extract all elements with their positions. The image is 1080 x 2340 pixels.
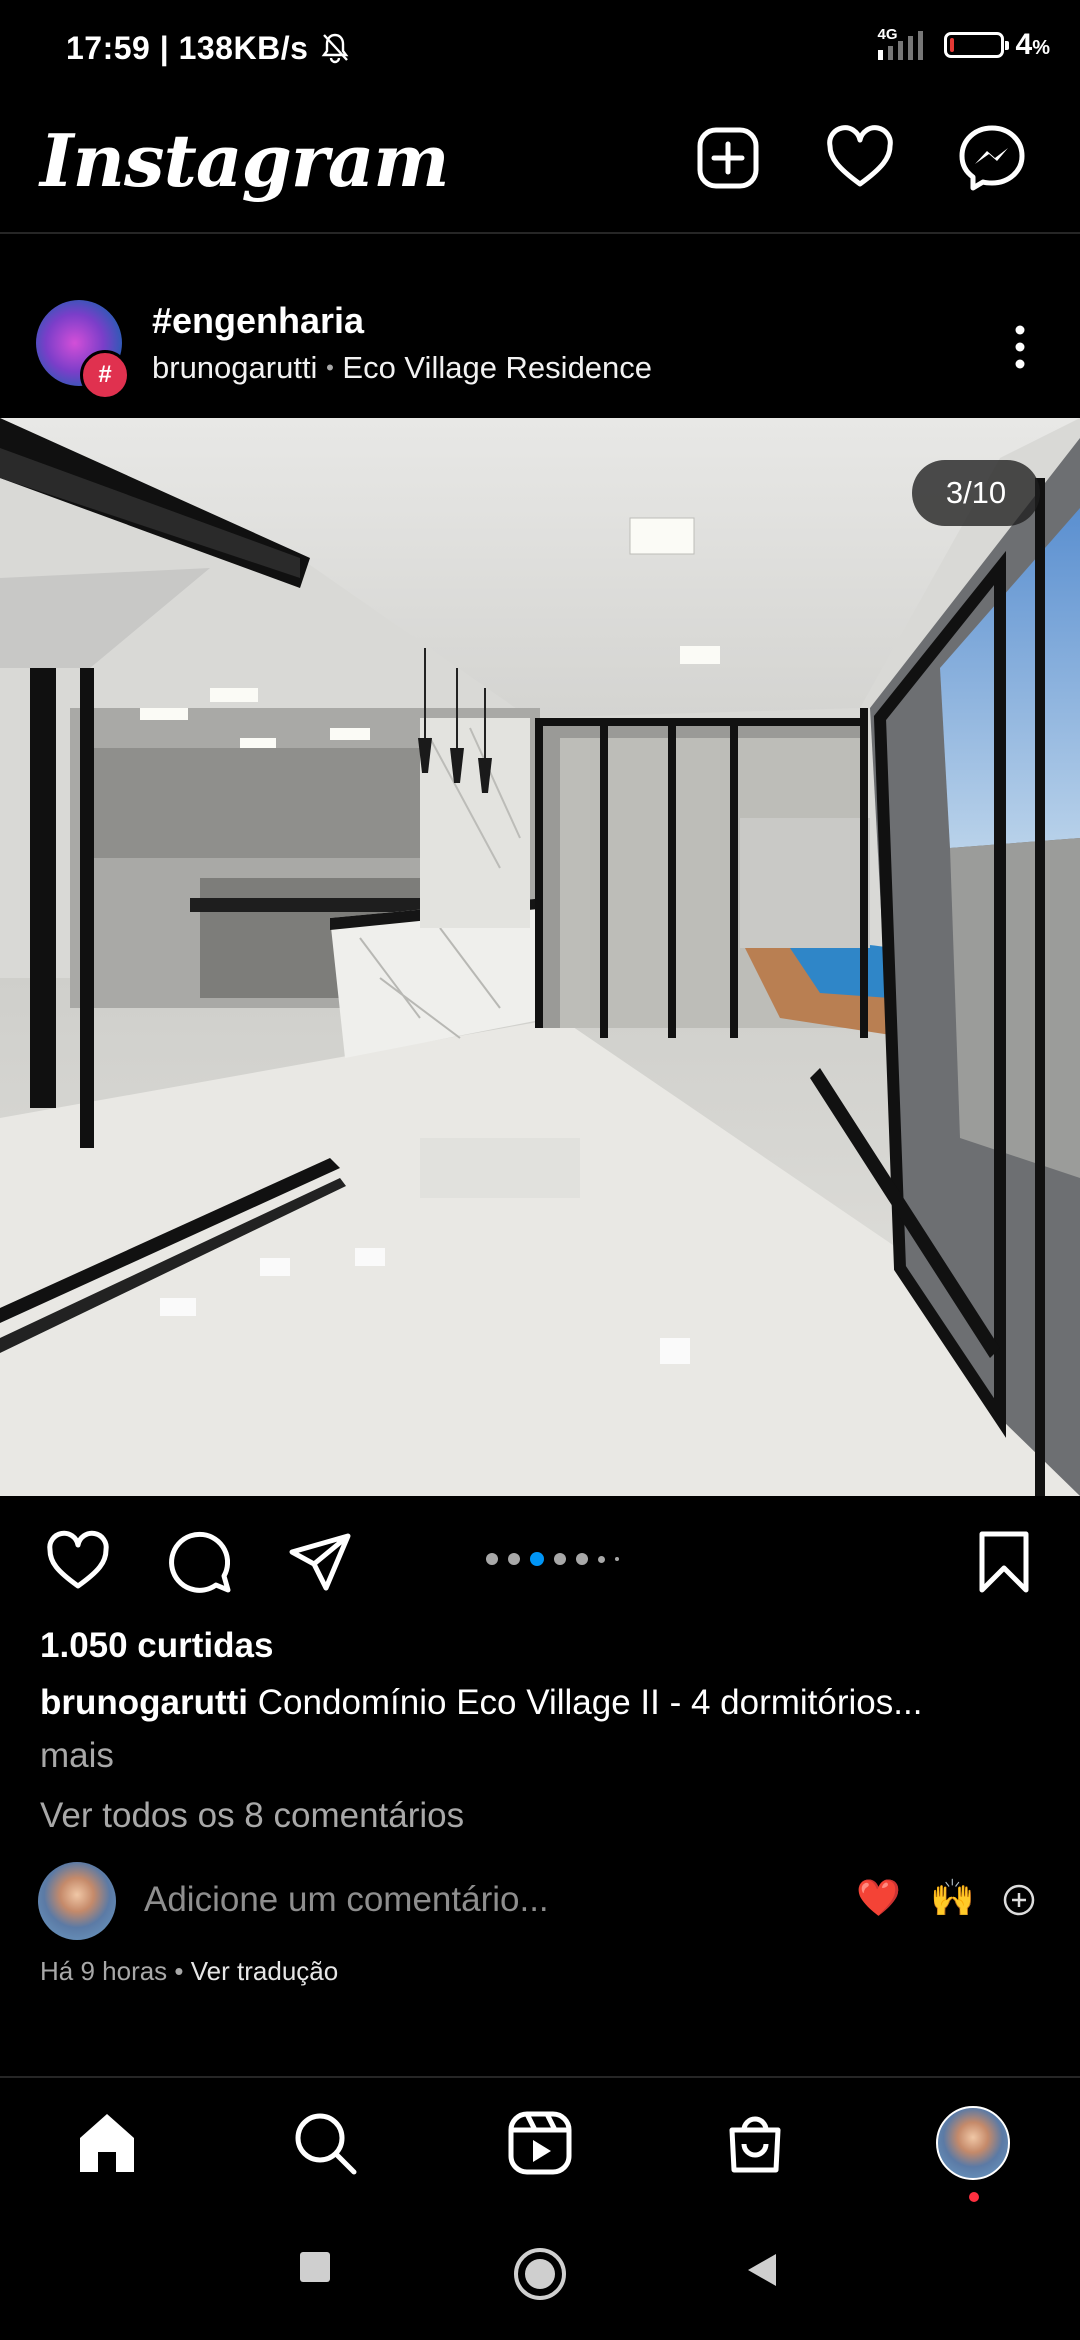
carousel-dot <box>615 1557 619 1561</box>
carousel-dot <box>554 1553 566 1565</box>
shop-bag-icon[interactable] <box>720 2108 790 2178</box>
add-reaction-icon[interactable] <box>1002 1883 1036 1917</box>
carousel-dot <box>486 1553 498 1565</box>
status-bar: 17:59 | 138KB/s 4G 4% <box>0 0 1080 100</box>
plus-square-icon[interactable] <box>692 122 764 194</box>
add-comment-input[interactable]: Adicione um comentário... <box>144 1880 549 1920</box>
more-options-icon[interactable] <box>1004 322 1036 372</box>
translate-link[interactable]: Ver tradução <box>191 1956 338 1986</box>
network-speed: | 138KB/s <box>159 30 309 66</box>
carousel-dot <box>598 1555 605 1563</box>
profile-avatar[interactable] <box>936 2106 1010 2180</box>
profile-notification-dot <box>969 2192 979 2202</box>
caption-more-link[interactable]: mais <box>40 1736 114 1776</box>
signal-icon: 4G <box>876 26 932 62</box>
share-send-icon[interactable] <box>286 1528 354 1596</box>
app-header: Instagram <box>0 110 1080 230</box>
status-right: 4G 4% <box>876 26 1050 62</box>
mute-bell-icon <box>321 33 349 64</box>
bottom-nav-divider <box>0 2076 1080 2078</box>
quick-reaction-raised-hands[interactable]: 🙌 <box>930 1877 975 1919</box>
post-subtitle: brunogarutti • Eco Village Residence <box>152 350 652 386</box>
messenger-icon[interactable] <box>956 122 1028 194</box>
instagram-logo[interactable]: Instagram <box>40 118 450 203</box>
hashtag-badge-icon: # <box>80 350 130 400</box>
recent-apps-icon[interactable] <box>298 2250 332 2284</box>
image-counter: 3/10 <box>912 460 1040 526</box>
likes-count[interactable]: 1.050 curtidas <box>40 1626 273 1666</box>
post-caption: brunogarutti Condomínio Eco Village II -… <box>40 1683 1040 1723</box>
carousel-dot <box>576 1553 588 1565</box>
like-heart-icon[interactable] <box>44 1528 112 1596</box>
carousel-dot-active <box>530 1552 544 1566</box>
comment-icon[interactable] <box>166 1528 234 1596</box>
save-bookmark-icon[interactable] <box>970 1528 1038 1596</box>
battery-icon <box>943 32 1009 58</box>
caption-text: Condomínio Eco Village II - 4 dormitório… <box>257 1683 923 1722</box>
heart-icon[interactable] <box>824 122 896 194</box>
post-location[interactable]: Eco Village Residence <box>342 350 652 385</box>
caption-username[interactable]: brunogarutti <box>40 1683 248 1722</box>
post-image[interactable] <box>0 418 1080 1496</box>
carousel-dot <box>508 1553 520 1565</box>
battery-level: 4% <box>1015 28 1050 61</box>
reels-icon[interactable] <box>505 2108 575 2178</box>
view-all-comments-link[interactable]: Ver todos os 8 comentários <box>40 1796 464 1836</box>
post-hashtag-title[interactable]: #engenharia <box>152 300 364 342</box>
time-ago: Há 9 horas <box>40 1956 168 1986</box>
back-button-icon[interactable] <box>744 2250 780 2290</box>
post-author[interactable]: brunogarutti <box>152 350 317 385</box>
search-icon[interactable] <box>290 2108 360 2178</box>
quick-reaction-heart[interactable]: ❤️ <box>856 1877 901 1919</box>
header-divider <box>0 232 1080 234</box>
current-user-avatar[interactable] <box>38 1862 116 1940</box>
home-icon[interactable] <box>72 2108 142 2178</box>
carousel-indicators <box>486 1552 619 1566</box>
status-time: 17:59 | 138KB/s <box>66 30 352 67</box>
post-timestamp: Há 9 horas • Ver tradução <box>40 1956 339 1986</box>
home-button-icon[interactable] <box>512 2246 568 2302</box>
interior-photo <box>0 418 1080 1496</box>
separator: • <box>326 355 334 380</box>
